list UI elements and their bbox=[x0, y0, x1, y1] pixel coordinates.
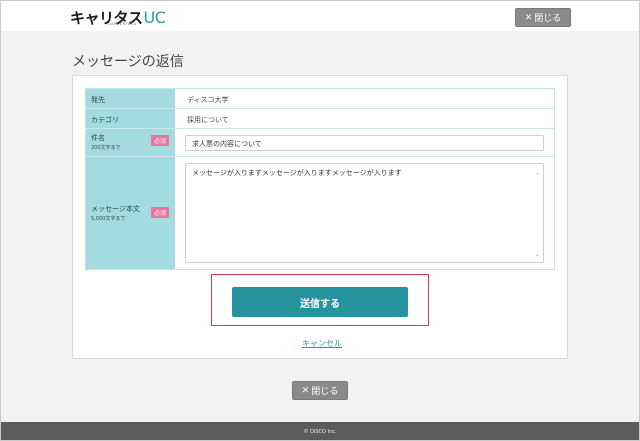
category-value: 採用について bbox=[187, 116, 229, 124]
close-button-bottom[interactable]: ✕ 閉じる bbox=[292, 381, 348, 400]
subject-cell: 求人票の内容について bbox=[175, 129, 554, 156]
footer: © DISCO Inc. bbox=[0, 422, 640, 441]
subject-input[interactable]: 求人票の内容について bbox=[185, 135, 544, 151]
required-badge: 必須 bbox=[150, 207, 169, 218]
send-button[interactable]: 送信する bbox=[232, 287, 408, 317]
cancel-link[interactable]: キャンセル bbox=[302, 338, 342, 349]
body-cell: メッセージが入りますメッセージが入りますメッセージが入ります ⌃ ⌄ bbox=[175, 157, 554, 269]
close-icon: ✕ bbox=[524, 12, 533, 23]
scroll-down-icon[interactable]: ⌄ bbox=[535, 251, 540, 258]
required-badge: 必須 bbox=[150, 135, 169, 146]
body-label: メッセージ本文 必須 5,000文字まで bbox=[86, 157, 175, 269]
copyright: © DISCO Inc. bbox=[303, 428, 337, 435]
logo-subtext: CAREERTASU bbox=[108, 22, 137, 26]
header: キャリタスUC CAREERTASU ✕ 閉じる bbox=[0, 0, 640, 31]
close-icon: ✕ bbox=[301, 385, 310, 396]
scroll-up-icon[interactable]: ⌃ bbox=[535, 172, 540, 179]
recipient-label: 発先 bbox=[86, 89, 175, 108]
row-subject: 件名 必須 200文字まで 求人票の内容について bbox=[86, 129, 554, 157]
message-form-table: 発先 ディスコ大学 カテゴリ 採用について 件名 必須 200文字まで 求人票の… bbox=[85, 88, 555, 270]
page-title: メッセージの返信 bbox=[72, 54, 184, 70]
category-label: カテゴリ bbox=[86, 109, 175, 128]
recipient-value: ディスコ大学 bbox=[187, 96, 229, 104]
row-category: カテゴリ 採用について bbox=[86, 109, 554, 129]
close-button-top[interactable]: ✕ 閉じる bbox=[515, 8, 571, 27]
message-body-textarea[interactable]: メッセージが入りますメッセージが入りますメッセージが入ります ⌃ ⌄ bbox=[185, 163, 544, 263]
row-body: メッセージ本文 必須 5,000文字まで メッセージが入りますメッセージが入りま… bbox=[86, 157, 554, 269]
row-recipient: 発先 ディスコ大学 bbox=[86, 89, 554, 109]
subject-label: 件名 必須 200文字まで bbox=[86, 129, 175, 156]
